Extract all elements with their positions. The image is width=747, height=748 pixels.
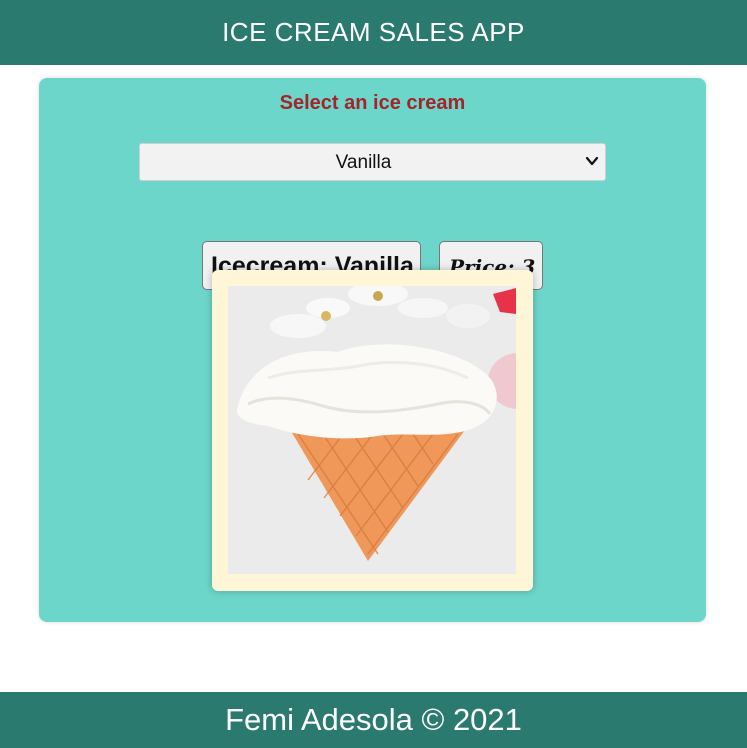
app-header: ICE CREAM SALES APP [0, 0, 747, 65]
footer-copyright: Femi Adesola © 2021 [225, 702, 522, 737]
ice-cream-cone-photo [228, 286, 516, 574]
panel-title: Select an ice cream [279, 92, 466, 114]
flavor-select[interactable]: Vanilla [139, 143, 606, 181]
app-title: ICE CREAM SALES APP [222, 17, 525, 47]
product-image-frame [212, 270, 533, 591]
ice-cream-cone-image [228, 286, 516, 574]
app-footer: Femi Adesola © 2021 [0, 692, 747, 748]
ice-cream-panel: Select an ice cream Vanilla Icecream: Va… [39, 78, 706, 622]
